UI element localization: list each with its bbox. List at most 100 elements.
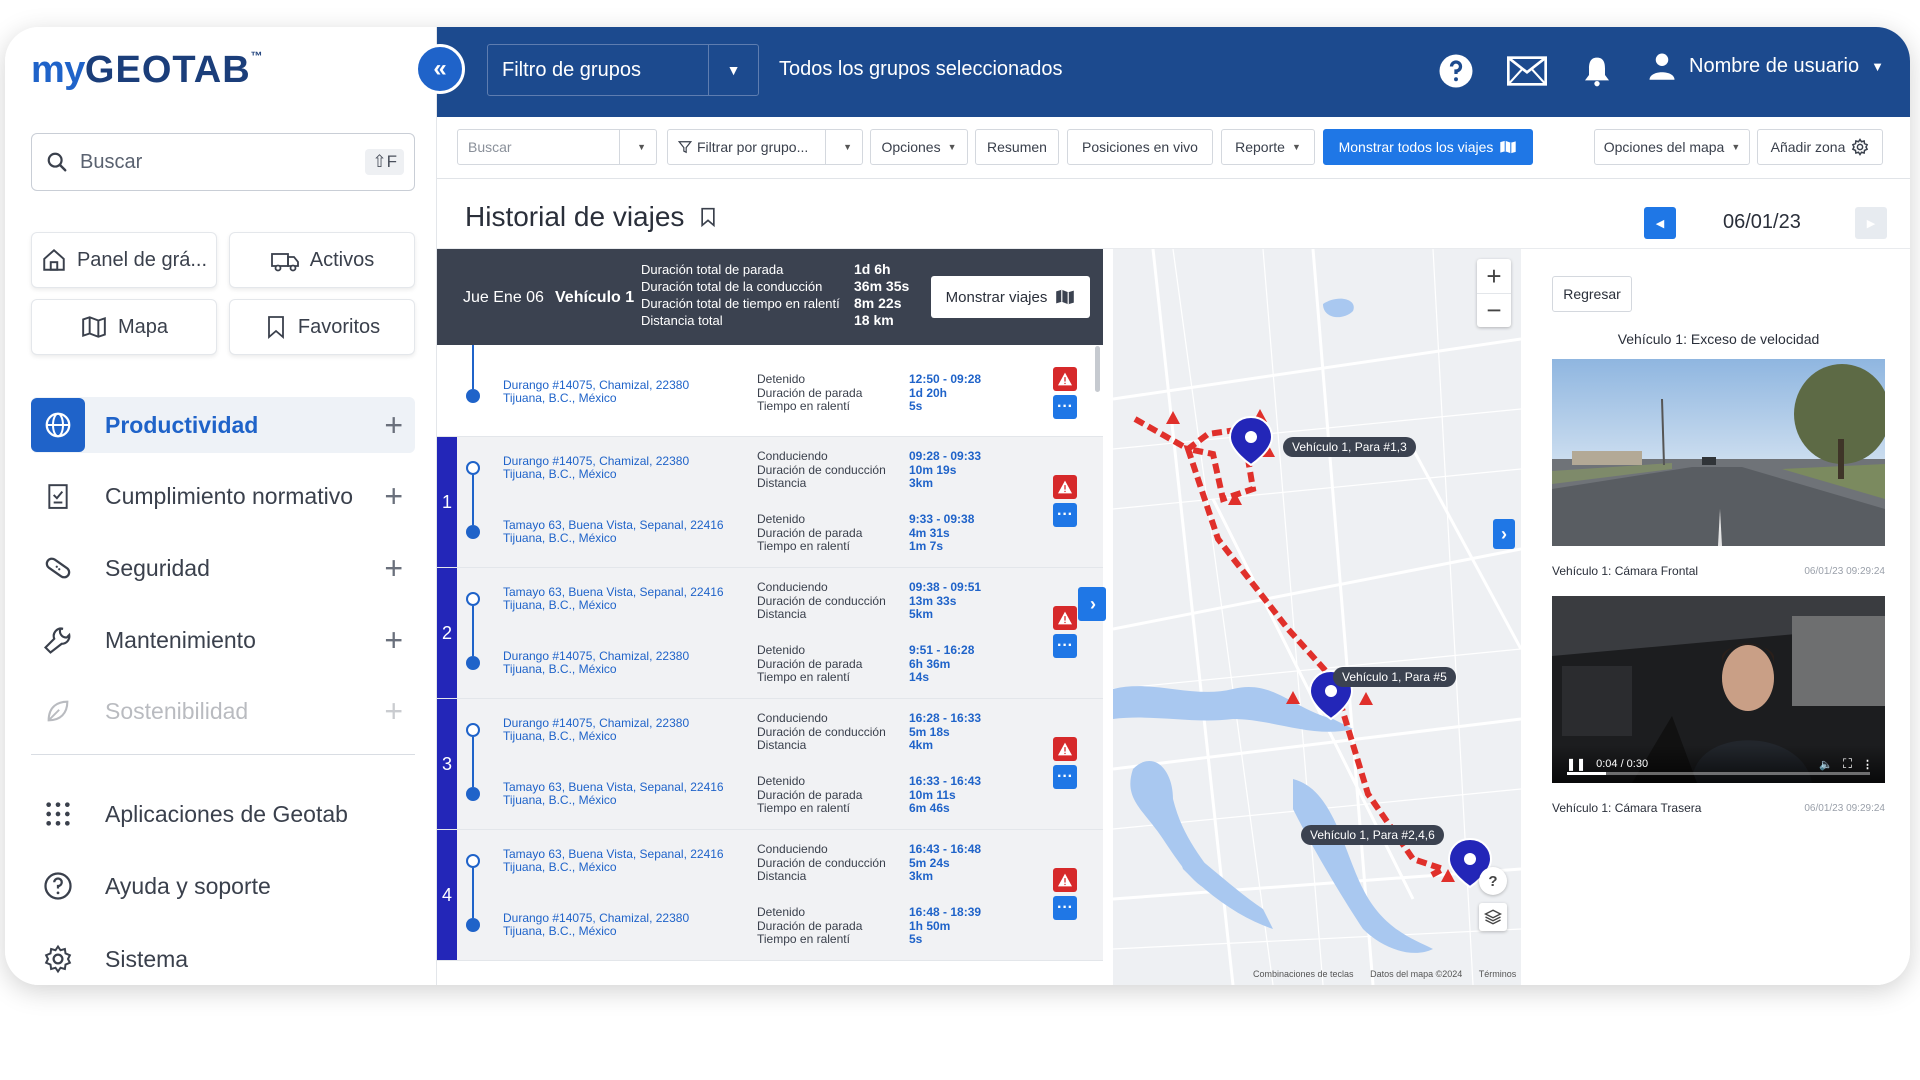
- show-trips-button[interactable]: Monstrar viajes: [931, 276, 1090, 318]
- pause-icon[interactable]: ❚❚: [1566, 757, 1586, 771]
- more-options-button[interactable]: ···: [1053, 765, 1077, 789]
- quick-link-assets[interactable]: Activos: [229, 232, 415, 288]
- back-button[interactable]: Regresar: [1552, 276, 1632, 312]
- messages-button[interactable]: [1507, 51, 1547, 91]
- list-item[interactable]: Durango #14075, Chamizal, 22380 Tijuana, …: [437, 345, 1103, 437]
- expand-sostenibilidad[interactable]: +: [384, 693, 403, 730]
- stop-address[interactable]: Tamayo 63, Buena Vista, Sepanal, 22416 Ti…: [503, 519, 724, 545]
- trip-row[interactable]: 1 Durango #14075, Chamizal, 22380 Tijuana,…: [437, 437, 1103, 568]
- trip-start-address[interactable]: Tamayo 63, Buena Vista, Sepanal, 22416 Ti…: [503, 848, 724, 874]
- summary-date: Jue Ene 06: [463, 289, 544, 306]
- search-shortcut: ⇧F: [365, 149, 404, 175]
- show-all-trips-button[interactable]: Monstrar todos los viajes: [1323, 129, 1533, 165]
- expand-media-button[interactable]: ›: [1493, 519, 1515, 549]
- more-options-button[interactable]: ···: [1053, 634, 1077, 658]
- chevron-down-icon[interactable]: ▼: [708, 45, 758, 95]
- trip-start-address[interactable]: Tamayo 63, Buena Vista, Sepanal, 22416 Ti…: [503, 586, 724, 612]
- warning-icon: [1058, 372, 1072, 386]
- mail-icon: [1507, 56, 1547, 86]
- notifications-button[interactable]: [1577, 51, 1617, 91]
- more-vertical-icon[interactable]: ⋮: [1862, 758, 1873, 771]
- video-controls: ❚❚ 0:04 / 0:30 🔈 ⛶ ⋮: [1552, 745, 1885, 783]
- filter-by-group-dropdown[interactable]: Filtrar por grupo... ▼: [667, 129, 863, 165]
- fullscreen-icon[interactable]: ⛶: [1843, 756, 1852, 772]
- video-progress-bar[interactable]: [1567, 772, 1870, 775]
- map-canvas[interactable]: [1113, 249, 1521, 985]
- nav-sostenibilidad[interactable]: Sostenibilidad +: [31, 683, 415, 739]
- options-dropdown[interactable]: Opciones ▼: [870, 129, 968, 165]
- stop-address[interactable]: Durango #14075, Chamizal, 22380 Tijuana, …: [503, 379, 689, 405]
- more-options-button[interactable]: ···: [1053, 896, 1077, 920]
- quick-link-favorites[interactable]: Favoritos: [229, 299, 415, 355]
- group-filter-dropdown[interactable]: Filtro de grupos ▼: [487, 44, 759, 96]
- exception-alert-button[interactable]: [1053, 737, 1077, 761]
- exception-alert-button[interactable]: [1053, 367, 1077, 391]
- nav-mantenimiento[interactable]: Mantenimiento +: [31, 612, 415, 668]
- map-stop-label[interactable]: Vehículo 1, Para #5: [1333, 667, 1456, 687]
- date-next-button[interactable]: ▶: [1855, 207, 1887, 239]
- list-scrollbar[interactable]: [1095, 346, 1100, 392]
- map-options-dropdown[interactable]: Opciones del mapa ▼: [1594, 129, 1750, 165]
- exception-alert-button[interactable]: [1053, 868, 1077, 892]
- map-layers-button[interactable]: [1479, 903, 1507, 931]
- ellipsis-icon: ···: [1057, 899, 1073, 916]
- expand-seguridad[interactable]: +: [384, 550, 403, 587]
- summary-button[interactable]: Resumen: [975, 129, 1059, 165]
- nav-productividad[interactable]: Productividad +: [31, 397, 415, 453]
- volume-icon[interactable]: 🔈: [1819, 758, 1833, 771]
- expand-mantenimiento[interactable]: +: [384, 622, 403, 659]
- trip-number: 4: [437, 830, 457, 960]
- quick-link-dashboard[interactable]: Panel de grá...: [31, 232, 217, 288]
- terms-link[interactable]: Términos: [1479, 969, 1517, 979]
- stop-address[interactable]: Durango #14075, Chamizal, 22380 Tijuana, …: [503, 912, 689, 938]
- add-zone-button[interactable]: Añadir zona: [1757, 129, 1883, 165]
- help-button[interactable]: [1436, 51, 1476, 91]
- sidebar: myGEOTAB™ Buscar ⇧F Panel de grá... Acti…: [5, 27, 437, 985]
- nav-cumplimiento[interactable]: Cumplimiento normativo +: [31, 468, 415, 524]
- expand-productividad[interactable]: +: [384, 407, 403, 444]
- map-footer: Combinaciones de teclas Datos del mapa ©…: [1253, 969, 1517, 979]
- nav-seguridad[interactable]: Seguridad +: [31, 540, 415, 596]
- bookmark-icon[interactable]: [698, 205, 718, 229]
- date-previous-button[interactable]: ◀: [1644, 207, 1676, 239]
- search-placeholder: Buscar: [80, 150, 143, 173]
- report-dropdown[interactable]: Reporte ▼: [1221, 129, 1315, 165]
- search-icon: [47, 152, 67, 172]
- live-positions-button[interactable]: Posiciones en vivo: [1067, 129, 1213, 165]
- map-help-button[interactable]: ?: [1479, 867, 1507, 895]
- map-view[interactable]: + − Vehículo 1, Para #1,3 Vehículo 1, Pa…: [1113, 249, 1521, 985]
- more-options-button[interactable]: ···: [1053, 503, 1077, 527]
- sidebar-search[interactable]: Buscar ⇧F: [31, 133, 415, 191]
- more-options-button[interactable]: ···: [1053, 395, 1077, 419]
- trip-row[interactable]: 2 Tamayo 63, Buena Vista, Sepanal, 22416 T…: [437, 568, 1103, 699]
- collapse-sidebar-button[interactable]: «: [415, 44, 465, 94]
- map-stop-label[interactable]: Vehículo 1, Para #1,3: [1283, 437, 1416, 457]
- bandage-icon: [31, 541, 85, 595]
- front-camera-image[interactable]: [1552, 359, 1885, 546]
- chevron-down-icon: ▼: [1291, 142, 1301, 152]
- ellipsis-icon: ···: [1057, 768, 1073, 785]
- trip-start-address[interactable]: Durango #14075, Chamizal, 22380 Tijuana, …: [503, 455, 689, 481]
- exception-alert-button[interactable]: [1053, 475, 1077, 499]
- zoom-in-button[interactable]: +: [1477, 259, 1511, 293]
- user-menu[interactable]: Nombre de usuario ▼: [1647, 50, 1884, 82]
- trip-start-address[interactable]: Durango #14075, Chamizal, 22380 Tijuana, …: [503, 717, 689, 743]
- nav-aplicaciones[interactable]: Aplicaciones de Geotab: [31, 786, 415, 842]
- expand-panel-button[interactable]: ›: [1080, 587, 1106, 621]
- toolbar-search[interactable]: Buscar ▼: [457, 129, 657, 165]
- mygeotab-logo[interactable]: myGEOTAB™: [31, 49, 263, 92]
- zoom-out-button[interactable]: −: [1477, 293, 1511, 327]
- globe-icon: [31, 398, 85, 452]
- nav-sistema[interactable]: Sistema: [31, 931, 415, 985]
- stop-address[interactable]: Tamayo 63, Buena Vista, Sepanal, 22416 Ti…: [503, 781, 724, 807]
- rear-camera-video[interactable]: ❚❚ 0:04 / 0:30 🔈 ⛶ ⋮: [1552, 596, 1885, 783]
- exception-alert-button[interactable]: [1053, 606, 1077, 630]
- trip-row[interactable]: 3 Durango #14075, Chamizal, 22380 Tijuana,…: [437, 699, 1103, 830]
- stop-address[interactable]: Durango #14075, Chamizal, 22380 Tijuana, …: [503, 650, 689, 676]
- nav-ayuda[interactable]: Ayuda y soporte: [31, 858, 415, 914]
- keyboard-shortcuts-link[interactable]: Combinaciones de teclas: [1253, 969, 1354, 979]
- expand-cumplimiento[interactable]: +: [384, 478, 403, 515]
- quick-link-map[interactable]: Mapa: [31, 299, 217, 355]
- trip-row[interactable]: 4 Tamayo 63, Buena Vista, Sepanal, 22416 T…: [437, 830, 1103, 961]
- map-stop-label[interactable]: Vehículo 1, Para #2,4,6: [1301, 825, 1444, 845]
